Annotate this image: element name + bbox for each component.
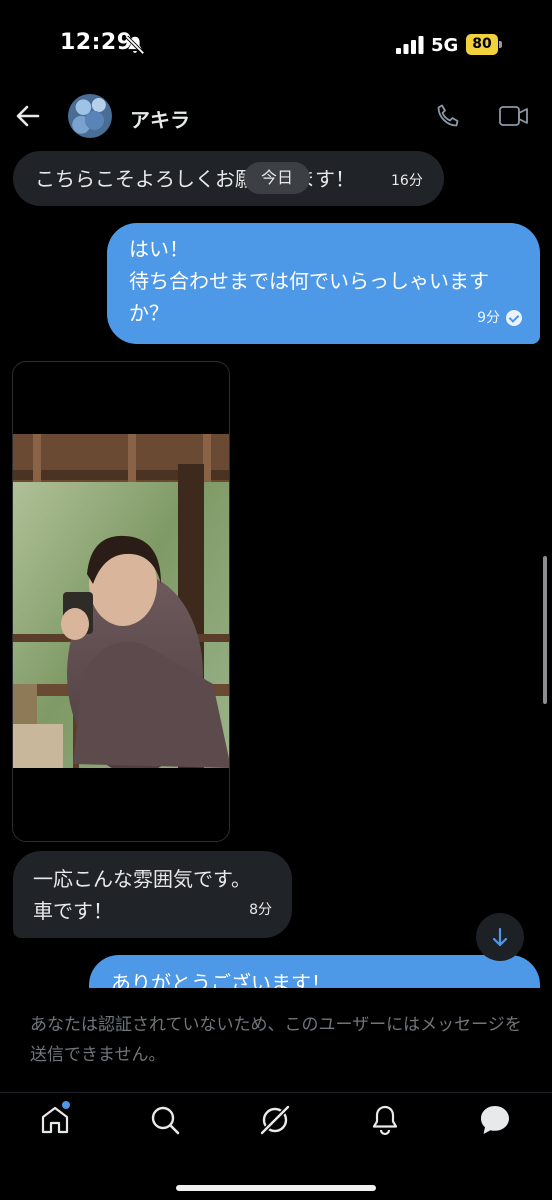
message-text-line: か？	[129, 301, 169, 325]
message-text-line: 一応こんな雰囲気です。	[33, 867, 251, 891]
battery-level: 80	[466, 34, 498, 55]
message-meta: 9分	[477, 302, 522, 334]
phone-icon[interactable]	[434, 102, 462, 130]
image-message[interactable]	[12, 361, 230, 842]
message-bubble-incoming[interactable]: こちらこそよろしくお願いします！ 16分	[13, 151, 444, 206]
message-time: 8分	[249, 902, 272, 918]
conversation-header: アキラ	[0, 90, 552, 145]
cannot-send-notice: あなたは認証されていないため、このユーザーにはメッセージを送信できません。	[0, 988, 552, 1080]
message-bubble-outgoing[interactable]: はい！ 待ち合わせまでは何でいらっしゃいます か？ 9分	[107, 223, 540, 344]
battery-indicator: 80	[466, 34, 504, 55]
status-bar: 12:29 5G 80	[0, 0, 552, 90]
message-time: 9分	[477, 310, 500, 326]
avatar[interactable]	[68, 94, 112, 138]
notice-text: あなたは認証されていないため、このユーザーにはメッセージを送信できません。	[30, 1015, 522, 1065]
read-check-icon	[506, 310, 522, 326]
search-icon[interactable]	[148, 1103, 182, 1137]
message-text-line: 待ち合わせまでは何でいらっしゃいます	[129, 269, 489, 293]
photo-attachment[interactable]	[13, 434, 230, 768]
bottom-nav	[0, 1092, 552, 1200]
network-type: 5G	[431, 35, 459, 56]
notifications-icon[interactable]	[368, 1103, 402, 1137]
video-camera-icon[interactable]	[498, 102, 530, 130]
arrow-down-icon	[492, 927, 508, 947]
grok-icon[interactable]	[258, 1103, 292, 1137]
home-notification-dot	[62, 1101, 70, 1109]
cellular-signal-icon	[396, 36, 424, 54]
message-text-line: はい！	[129, 237, 189, 261]
date-separator: 今日	[244, 162, 310, 194]
messages-icon[interactable]	[478, 1103, 512, 1137]
arrow-left-icon[interactable]	[12, 100, 44, 132]
message-time: 16分	[391, 173, 423, 189]
message-bubble-incoming[interactable]: 一応こんな雰囲気です。 車です！ 8分	[13, 851, 292, 938]
bell-slash-icon	[125, 35, 145, 55]
home-indicator	[176, 1185, 376, 1191]
battery-tip	[499, 41, 502, 48]
status-time: 12:29	[60, 30, 133, 55]
contact-name[interactable]: アキラ	[130, 104, 190, 133]
scrollbar[interactable]	[543, 556, 547, 704]
scroll-to-bottom-button[interactable]	[476, 913, 524, 961]
